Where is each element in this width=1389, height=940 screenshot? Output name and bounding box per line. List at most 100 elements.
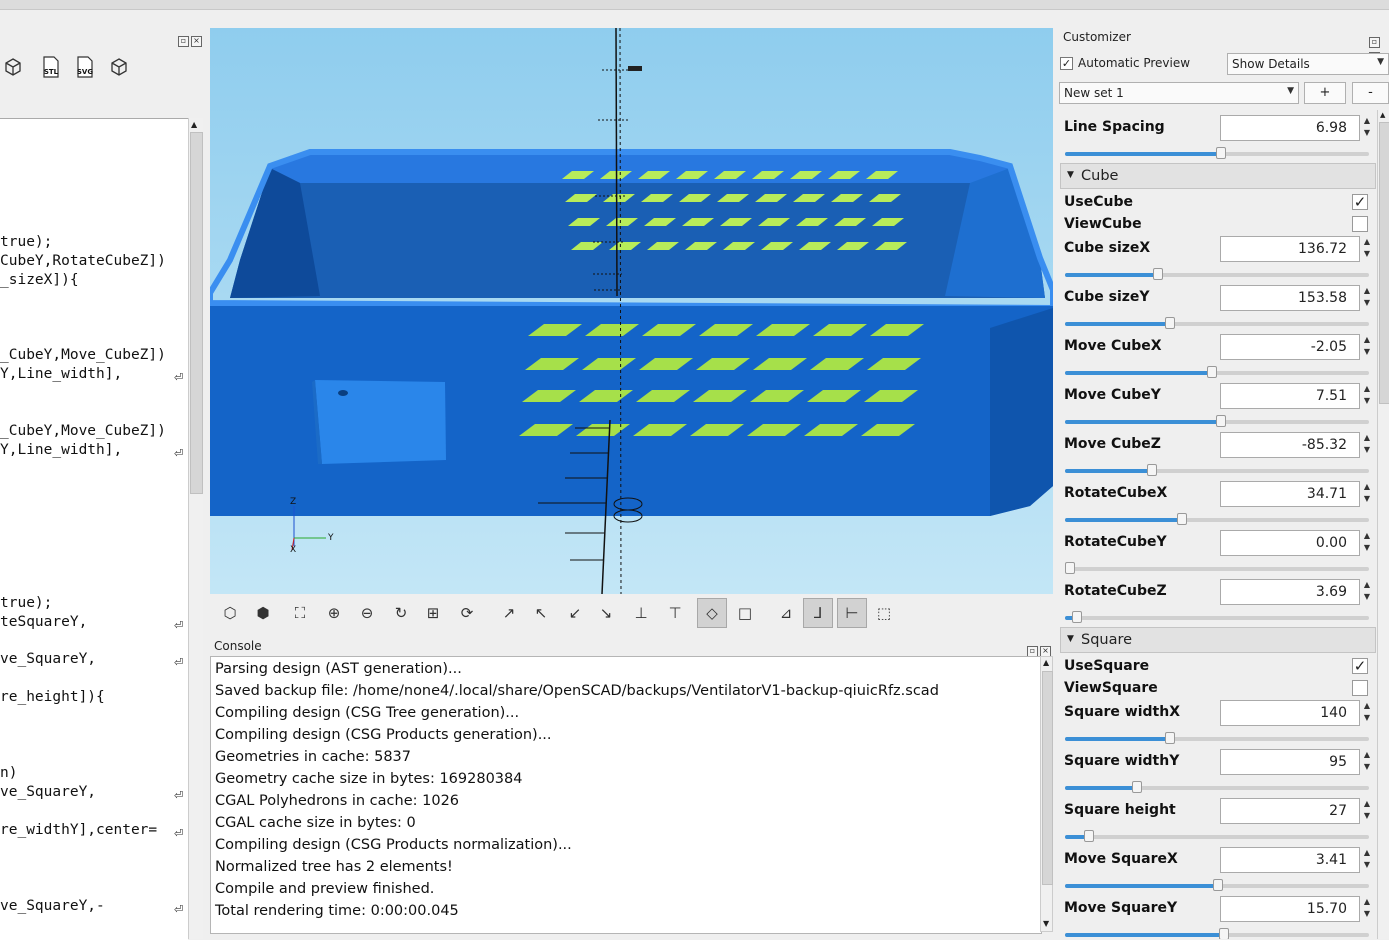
zoom-in-icon[interactable]: ⊕ bbox=[319, 598, 349, 628]
editor-scrollbar[interactable]: ▲ bbox=[188, 118, 203, 939]
console-scroll-thumb[interactable] bbox=[1042, 671, 1053, 885]
param-slider[interactable] bbox=[1065, 781, 1369, 793]
spin-arrows-icon[interactable]: ▲ ▼ bbox=[1361, 530, 1373, 556]
group-header-cube[interactable]: ▼ Cube bbox=[1060, 163, 1376, 189]
spin-arrows-icon[interactable]: ▲ ▼ bbox=[1361, 432, 1373, 458]
add-preset-button[interactable]: + bbox=[1304, 82, 1346, 104]
slider-handle[interactable] bbox=[1072, 611, 1082, 623]
remove-preset-button[interactable]: - bbox=[1352, 82, 1389, 104]
spin-arrows-icon[interactable]: ▲ ▼ bbox=[1361, 700, 1373, 726]
param-slider[interactable] bbox=[1065, 562, 1369, 574]
slider-handle[interactable] bbox=[1213, 879, 1223, 891]
group-header-square[interactable]: ▼ Square bbox=[1060, 627, 1376, 653]
view-right-icon[interactable]: ↗ bbox=[494, 598, 524, 628]
crosshairs-icon[interactable]: ⬚ bbox=[869, 598, 899, 628]
spin-arrows-icon[interactable]: ▲ ▼ bbox=[1361, 896, 1373, 922]
view-left-icon[interactable]: ↘ bbox=[591, 598, 621, 628]
float-icon[interactable]: ▫ bbox=[1369, 37, 1380, 48]
spin-arrows-icon[interactable]: ▲ ▼ bbox=[1361, 579, 1373, 605]
param-spinbox[interactable]: 15.70 bbox=[1220, 896, 1360, 922]
customizer-scrollbar[interactable]: ▲ bbox=[1377, 110, 1389, 939]
reset-view-icon[interactable]: ↻ bbox=[386, 598, 416, 628]
param-spinbox[interactable]: 140 bbox=[1220, 700, 1360, 726]
checked-checkbox[interactable]: ✓ bbox=[1352, 658, 1368, 674]
param-slider[interactable] bbox=[1065, 317, 1369, 329]
param-slider[interactable] bbox=[1065, 268, 1369, 280]
auto-preview-checkbox[interactable]: ✓ bbox=[1060, 57, 1073, 70]
close-icon[interactable]: × bbox=[191, 36, 202, 47]
spin-arrows-icon[interactable]: ▲ ▼ bbox=[1361, 383, 1373, 409]
view-all-icon[interactable]: ⛶ bbox=[285, 598, 315, 628]
param-slider[interactable] bbox=[1065, 732, 1369, 744]
param-spinbox[interactable]: 34.71 bbox=[1220, 481, 1360, 507]
spin-arrows-icon[interactable]: ▲ ▼ bbox=[1361, 847, 1373, 873]
view-perspective-icon[interactable]: ⊞ bbox=[418, 598, 448, 628]
spin-arrows-icon[interactable]: ▲ ▼ bbox=[1361, 749, 1373, 775]
details-select[interactable]: Show Details ▼ bbox=[1227, 53, 1389, 75]
slider-handle[interactable] bbox=[1132, 781, 1142, 793]
code-editor[interactable]: true); CubeY,RotateCubeZ]) _sizeX]){_CubeY… bbox=[0, 118, 188, 940]
console-output[interactable]: Parsing design (AST generation)... Saved … bbox=[210, 656, 1042, 934]
export-stl-icon[interactable]: STL bbox=[38, 54, 64, 80]
param-spinbox[interactable]: 0.00 bbox=[1220, 530, 1360, 556]
view-center-icon[interactable]: □ bbox=[730, 598, 760, 628]
param-spinbox[interactable]: 27 bbox=[1220, 798, 1360, 824]
param-spinbox[interactable]: 3.41 bbox=[1220, 847, 1360, 873]
checkbox[interactable] bbox=[1352, 680, 1368, 696]
param-slider[interactable] bbox=[1065, 879, 1369, 891]
view-front-icon[interactable]: ⊥ bbox=[626, 598, 656, 628]
export-svg-icon[interactable]: SVG bbox=[72, 54, 98, 80]
param-slider[interactable] bbox=[1065, 415, 1369, 427]
scroll-up-icon[interactable]: ▲ bbox=[1380, 111, 1385, 119]
checkbox[interactable] bbox=[1352, 216, 1368, 232]
view-back-icon[interactable]: ⊤ bbox=[660, 598, 690, 628]
scroll-up-icon[interactable]: ▲ bbox=[1043, 658, 1049, 667]
show-edges-icon[interactable]: ⊿ bbox=[771, 598, 801, 628]
param-spinbox[interactable]: 95 bbox=[1220, 749, 1360, 775]
param-spinbox[interactable]: 6.98 bbox=[1220, 115, 1360, 141]
param-slider[interactable] bbox=[1065, 366, 1369, 378]
spin-arrows-icon[interactable]: ▲ ▼ bbox=[1361, 115, 1373, 141]
view-top-icon[interactable]: ↖ bbox=[526, 598, 556, 628]
show-scale-icon[interactable]: ⊢ bbox=[837, 598, 867, 628]
param-spinbox[interactable]: -2.05 bbox=[1220, 334, 1360, 360]
view-diagonal-icon[interactable]: ◇ bbox=[697, 598, 727, 628]
param-spinbox[interactable]: 3.69 bbox=[1220, 579, 1360, 605]
preview-icon[interactable]: ⬡ bbox=[215, 598, 245, 628]
slider-handle[interactable] bbox=[1165, 317, 1175, 329]
customizer-scroll-thumb[interactable] bbox=[1379, 122, 1389, 404]
slider-handle[interactable] bbox=[1165, 732, 1175, 744]
param-spinbox[interactable]: 153.58 bbox=[1220, 285, 1360, 311]
param-slider[interactable] bbox=[1065, 147, 1369, 159]
editor-scroll-thumb[interactable] bbox=[190, 132, 203, 494]
render-icon[interactable] bbox=[0, 54, 26, 80]
scroll-up-icon[interactable]: ▲ bbox=[191, 120, 197, 129]
param-spinbox[interactable]: -85.32 bbox=[1220, 432, 1360, 458]
slider-handle[interactable] bbox=[1065, 562, 1075, 574]
spin-arrows-icon[interactable]: ▲ ▼ bbox=[1361, 285, 1373, 311]
zoom-out-icon[interactable]: ⊖ bbox=[352, 598, 382, 628]
3d-viewport[interactable]: Z Y X bbox=[210, 28, 1053, 594]
slider-handle[interactable] bbox=[1216, 415, 1226, 427]
param-spinbox[interactable]: 7.51 bbox=[1220, 383, 1360, 409]
preset-select[interactable]: New set 1 ▼ bbox=[1059, 82, 1299, 104]
spin-arrows-icon[interactable]: ▲ ▼ bbox=[1361, 481, 1373, 507]
param-slider[interactable] bbox=[1065, 611, 1369, 623]
spin-arrows-icon[interactable]: ▲ ▼ bbox=[1361, 798, 1373, 824]
view-bottom-icon[interactable]: ↙ bbox=[560, 598, 590, 628]
slider-handle[interactable] bbox=[1216, 147, 1226, 159]
slider-handle[interactable] bbox=[1153, 268, 1163, 280]
param-slider[interactable] bbox=[1065, 513, 1369, 525]
slider-handle[interactable] bbox=[1147, 464, 1157, 476]
slider-handle[interactable] bbox=[1219, 928, 1229, 939]
param-slider[interactable] bbox=[1065, 464, 1369, 476]
show-axes-icon[interactable]: ⅃ bbox=[803, 598, 833, 628]
render-icon[interactable]: ⬢ bbox=[248, 598, 278, 628]
checked-checkbox[interactable]: ✓ bbox=[1352, 194, 1368, 210]
param-slider[interactable] bbox=[1065, 928, 1369, 939]
slider-handle[interactable] bbox=[1177, 513, 1187, 525]
slider-handle[interactable] bbox=[1207, 366, 1217, 378]
slider-handle[interactable] bbox=[1084, 830, 1094, 842]
param-spinbox[interactable]: 136.72 bbox=[1220, 236, 1360, 262]
view-orthogonal-icon[interactable]: ⟳ bbox=[452, 598, 482, 628]
